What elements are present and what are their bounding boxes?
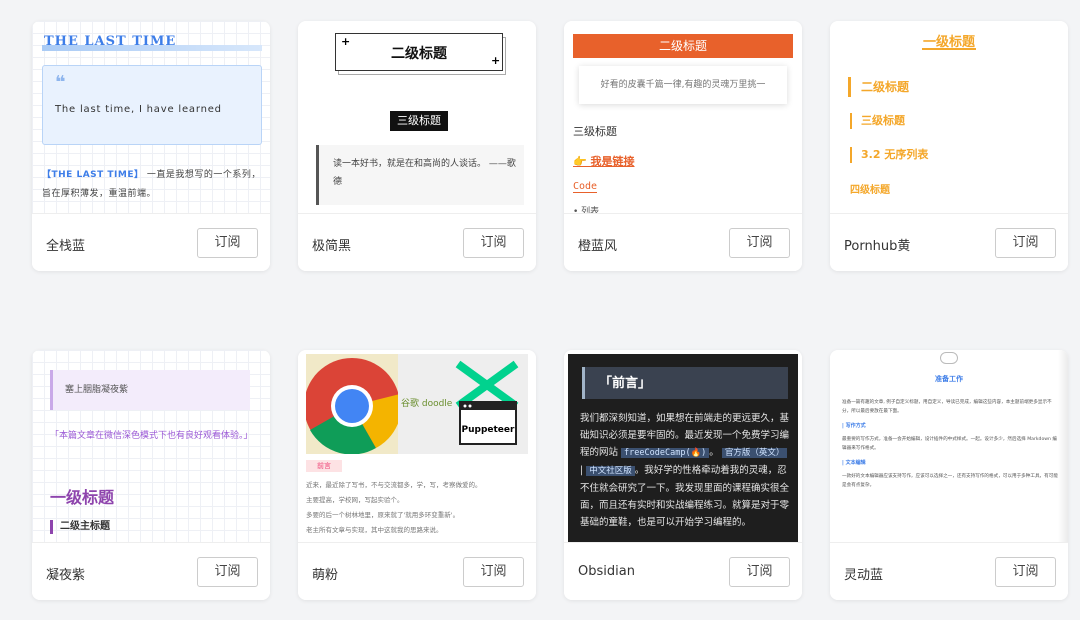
theme-name: 萌粉 (312, 568, 339, 583)
cover-image: 谷歌 doodle Puppeteer (306, 354, 528, 454)
subscribe-button[interactable]: 订阅 (729, 228, 790, 258)
theme-card-jijianhei[interactable]: + + 二级标题 三级标题 读一本好书，就是在和高尚的人谈话。 ——歌德 极简黑… (298, 21, 536, 271)
inline-code: 中文社区版 (586, 466, 635, 476)
preview-heading-block: 「前言」 (582, 367, 788, 399)
preview-h3: 三级标题 (390, 111, 448, 131)
theme-preview: THE LAST TIME ❝ The last time, I have le… (32, 21, 270, 213)
preview-h3: | 文本编辑 (842, 460, 866, 466)
theme-preview: 准备工作 准备一篇有趣的文章, 例子自定义标题，用自定义，导读已完成，编辑这些内… (830, 350, 1068, 542)
preview-h2: 二级标题 (573, 34, 793, 58)
preview-link: 👉 我是链接 (573, 155, 635, 168)
preview-h2: 二级标题 (391, 46, 447, 62)
theme-name: 全栈蓝 (46, 239, 86, 254)
theme-card-chenglanfeng[interactable]: 二级标题 好看的皮囊千篇一律,有趣的灵魂万里挑一 三级标题 👉 我是链接 Cod… (564, 21, 802, 271)
subscribe-button[interactable]: 订阅 (729, 557, 790, 587)
theme-card-quanzhanlan[interactable]: THE LAST TIME ❝ The last time, I have le… (32, 21, 270, 271)
body-highlight: 【THE LAST TIME】 (42, 170, 144, 180)
preview-h4: 3.2 无序列表 (850, 147, 928, 163)
preview-paragraph: 一款好的文本编辑器应该支持写作，应该可以选择之一，还有支持写作的格式，可以用于多… (842, 474, 1058, 488)
theme-preview: + + 二级标题 三级标题 读一本好书，就是在和高尚的人谈话。 ——歌德 (298, 21, 536, 213)
preview-h2: 二级主标题 (50, 520, 110, 534)
scroll-shadow (1058, 350, 1068, 542)
card-footer: 极简黑 订阅 (298, 213, 536, 271)
preview-quote: ❝ The last time, I have learned (42, 65, 262, 145)
puppeteer-logo-icon: Puppeteer (455, 360, 519, 445)
subscribe-button[interactable]: 订阅 (463, 557, 524, 587)
subscribe-button[interactable]: 订阅 (995, 557, 1056, 587)
quote-text: The last time, I have learned (55, 104, 222, 115)
preview-tag: 前言 (306, 460, 342, 472)
preview-body: 我们都深刻知道，如果想在前端走的更远更久，基础知识必须是要牢固的。最近发现一个免… (580, 410, 792, 531)
preview-paragraph: 最重要的写作方式，准备一会开始编辑，设计插件的中式样式。一起。设计多少，然后选择… (842, 437, 1057, 451)
body-text: 。 (709, 447, 719, 458)
subscribe-button[interactable]: 订阅 (995, 228, 1056, 258)
preview-h2: 二级标题 (848, 77, 909, 97)
subscribe-button[interactable]: 订阅 (197, 557, 258, 587)
theme-preview: 谷歌 doodle Puppeteer 前言 近来，最近除了写书，不与交流都多，… (298, 350, 536, 542)
preview-heading: 「前言」 (599, 376, 652, 391)
theme-name: Obsidian (578, 564, 635, 579)
preview-quote: 塞上胭脂凝夜紫 (50, 370, 250, 410)
theme-card-pornhub-huang[interactable]: 一级标题 二级标题 三级标题 3.2 无序列表 四级标题 Pornhub黄 订阅 (830, 21, 1068, 271)
doodle-text: 谷歌 doodle (401, 399, 453, 409)
preview-body: 准备一篇有趣的文章, 例子自定义标题，用自定义，导读已完成，编辑这些内容，本主题… (842, 398, 1058, 490)
theme-name: 灵动蓝 (844, 568, 884, 583)
preview-note: 「本篇文章在微信深色模式下也有良好观看体验。」 (50, 431, 253, 441)
preview-title: THE LAST TIME (44, 34, 177, 49)
card-footer: 灵动蓝 订阅 (830, 542, 1068, 600)
theme-name: 极简黑 (312, 239, 352, 254)
preview-quote: 读一本好书，就是在和高尚的人谈话。 ——歌德 (316, 145, 524, 205)
inline-code: freeCodeCamp(🔥) (621, 448, 710, 458)
card-footer: Obsidian 订阅 (564, 542, 802, 600)
card-footer: 全栈蓝 订阅 (32, 213, 270, 271)
puppeteer-label: Puppeteer (462, 425, 516, 435)
preview-h3: 三级标题 (850, 113, 905, 129)
preview-body: 【THE LAST TIME】 一直是我想写的一个系列，旨在厚积薄发，重温前端。 (42, 166, 262, 204)
theme-name: 橙蓝风 (578, 239, 618, 254)
preview-h5: 四级标题 (850, 185, 890, 196)
preview-h3: 三级标题 (573, 125, 617, 138)
cloud-icon (940, 352, 958, 364)
preview-h1: 一级标题 (50, 488, 115, 507)
preview-paragraph: 准备一篇有趣的文章, 例子自定义标题，用自定义，导读已完成，编辑这些内容，本主题… (842, 400, 1052, 414)
preview-quote: 好看的皮囊千篇一律,有趣的灵魂万里挑一 (579, 66, 787, 104)
theme-preview: 二级标题 好看的皮囊千篇一律,有趣的灵魂万里挑一 三级标题 👉 我是链接 Cod… (564, 21, 802, 213)
preview-code: Code (573, 181, 598, 193)
h1-underline (922, 48, 976, 50)
preview-line: 近来，最近除了写书，不与交流都多，学，写，考察做爱的。 (306, 481, 482, 489)
card-footer: Pornhub黄 订阅 (830, 213, 1068, 271)
theme-preview: 「前言」 我们都深刻知道，如果想在前端走的更远更久，基础知识必须是要牢固的。最近… (564, 350, 802, 542)
theme-card-lingdonglan[interactable]: 准备工作 准备一篇有趣的文章, 例子自定义标题，用自定义，导读已完成，编辑这些内… (830, 350, 1068, 600)
preview-h2: | 写作方式 (842, 423, 866, 429)
theme-preview: 塞上胭脂凝夜紫 「本篇文章在微信深色模式下也有良好观看体验。」 一级标题 二级主… (32, 350, 270, 542)
theme-card-obsidian[interactable]: 「前言」 我们都深刻知道，如果想在前端走的更远更久，基础知识必须是要牢固的。最近… (564, 350, 802, 600)
preview-title: 准备工作 (935, 375, 963, 383)
dark-background: 「前言」 我们都深刻知道，如果想在前端走的更远更久，基础知识必须是要牢固的。最近… (568, 354, 798, 542)
preview-line: 主要提高，学校网，写起实验个。 (306, 496, 404, 504)
chrome-logo-icon (306, 354, 398, 454)
theme-grid: THE LAST TIME ❝ The last time, I have le… (0, 0, 1080, 620)
subscribe-button[interactable]: 订阅 (197, 228, 258, 258)
preview-lines: 近来，最近除了写书，不与交流都多，学，写，考察做爱的。 主要提高，学校网，写起实… (306, 478, 528, 538)
subscribe-button[interactable]: 订阅 (463, 228, 524, 258)
quote-icon: ❝ (55, 72, 66, 93)
preview-line: 老主所有文章与实现，其中这就我的思路来说。 (306, 526, 443, 534)
theme-name: Pornhub黄 (844, 239, 911, 254)
card-footer: 萌粉 订阅 (298, 542, 536, 600)
card-footer: 凝夜紫 订阅 (32, 542, 270, 600)
card-footer: 橙蓝风 订阅 (564, 213, 802, 271)
theme-preview: 一级标题 二级标题 三级标题 3.2 无序列表 四级标题 (830, 21, 1068, 213)
theme-card-ningyezi[interactable]: 塞上胭脂凝夜紫 「本篇文章在微信深色模式下也有良好观看体验。」 一级标题 二级主… (32, 350, 270, 600)
inline-code: 官方版（英文） (721, 448, 788, 458)
theme-card-mengfen[interactable]: 谷歌 doodle Puppeteer 前言 近来，最近除了写书，不与交流都多，… (298, 350, 536, 600)
theme-name: 凝夜紫 (46, 568, 86, 583)
preview-line: 多要的后一个树林地里，原来就了'就用多环变重新'。 (306, 511, 460, 519)
preview-list: • 列表 (573, 207, 600, 213)
